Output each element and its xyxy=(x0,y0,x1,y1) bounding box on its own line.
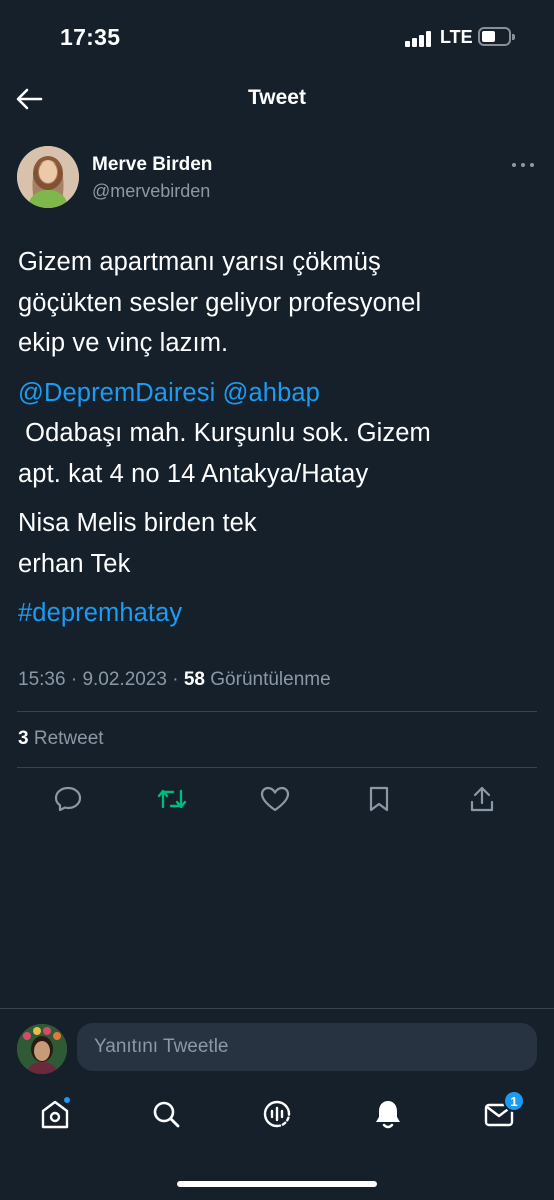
tweet-date: 9.02.2023 xyxy=(82,669,167,690)
tweet-meta: 15:36 · 9.02.2023 · 58 Görüntülenme xyxy=(18,669,331,690)
bookmark-icon xyxy=(369,786,389,812)
retweet-label: Retweet xyxy=(33,728,104,749)
spaces-icon xyxy=(263,1100,291,1128)
names-line: Nisa Melis birden tek xyxy=(18,509,257,537)
search-icon xyxy=(153,1101,180,1128)
tweet-time: 15:36 xyxy=(18,669,66,690)
header: Tweet xyxy=(0,76,554,122)
notifications-icon xyxy=(376,1101,400,1129)
nav-search[interactable] xyxy=(148,1096,184,1132)
views-count: 58 xyxy=(183,669,205,690)
signal-icon xyxy=(405,31,433,47)
status-time: 17:35 xyxy=(60,24,121,50)
divider xyxy=(17,711,537,712)
address-line: apt. kat 4 no 14 Antakya/Hatay xyxy=(18,459,369,488)
reply-button[interactable] xyxy=(52,783,84,815)
retweet-count: 3 xyxy=(18,728,29,749)
status-bar: 17:35 LTE xyxy=(0,0,554,76)
retweets-stat[interactable]: 3 Retweet xyxy=(18,728,104,750)
messages-badge: 1 xyxy=(503,1090,525,1112)
nav-notifications[interactable] xyxy=(370,1096,406,1132)
mentions-line: @DepremDairesi @ahbap xyxy=(18,373,538,414)
tweet-line: ekip ve vinç lazım. xyxy=(18,329,229,357)
tweet-line: göçükten sesler geliyor profesyonel xyxy=(18,288,422,317)
share-icon xyxy=(470,786,494,812)
share-button[interactable] xyxy=(466,783,498,815)
like-icon xyxy=(260,786,290,812)
author-name[interactable]: Merve Birden xyxy=(92,154,212,176)
home-badge xyxy=(63,1096,71,1104)
more-options-icon[interactable] xyxy=(512,160,536,170)
nav-spaces[interactable] xyxy=(259,1096,295,1132)
tweet-line: Gizem apartmanı yarısı çökmüş xyxy=(18,248,381,276)
author-handle[interactable]: @mervebirden xyxy=(92,181,210,202)
page-title: Tweet xyxy=(248,86,306,109)
like-button[interactable] xyxy=(259,783,291,815)
nav-messages[interactable]: 1 xyxy=(481,1090,525,1132)
network-label: LTE xyxy=(440,27,473,47)
hashtag-link[interactable]: #depremhatay xyxy=(18,599,182,627)
retweet-icon xyxy=(157,789,187,809)
home-indicator xyxy=(177,1181,377,1187)
bookmark-button[interactable] xyxy=(363,783,395,815)
address-line: Odabaşı mah. Kurşunlu sok. Gizem xyxy=(18,419,431,447)
reply-icon xyxy=(54,786,82,812)
reply-input[interactable]: Yanıtını Tweetle xyxy=(77,1023,537,1071)
nav-home[interactable] xyxy=(37,1096,73,1132)
divider xyxy=(17,767,537,768)
battery-icon xyxy=(478,27,515,46)
author-avatar[interactable] xyxy=(17,146,79,208)
views-label: Görüntülenme xyxy=(210,669,331,690)
names-line: erhan Tek xyxy=(18,549,131,578)
mention-link[interactable]: @DepremDairesi xyxy=(18,379,215,407)
tweet-text: Gizem apartmanı yarısı çökmüş göçükten s… xyxy=(18,242,538,634)
mention-link[interactable]: @ahbap xyxy=(223,379,320,407)
retweet-button[interactable] xyxy=(156,783,188,815)
user-avatar[interactable] xyxy=(17,1024,67,1074)
